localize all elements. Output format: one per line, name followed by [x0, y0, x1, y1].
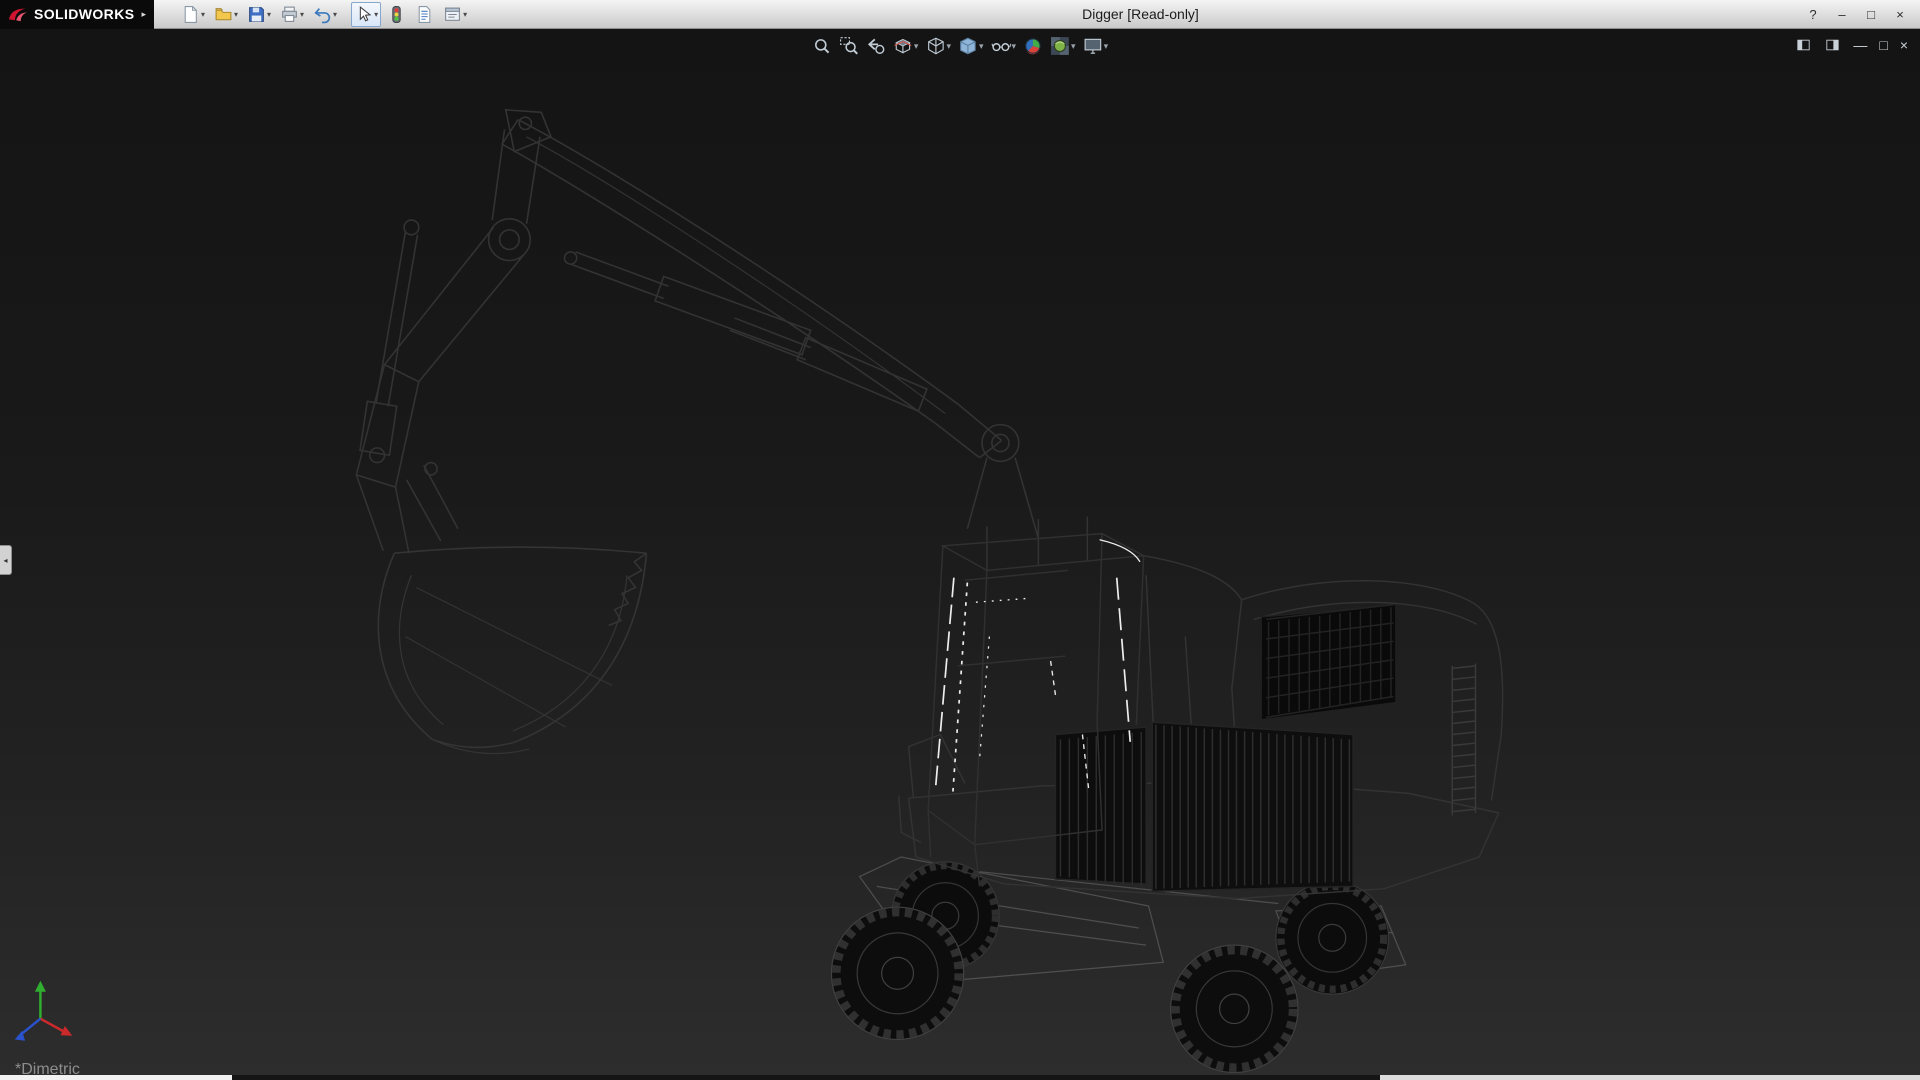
hide-show-items-button[interactable]: ▾ [989, 35, 1019, 57]
options-button[interactable]: ▾ [440, 2, 470, 27]
excavator-body [899, 516, 1503, 898]
pane-right-icon [1824, 38, 1841, 52]
apply-scene-button[interactable]: ▾ [1048, 35, 1078, 57]
help-button[interactable]: ? [1805, 0, 1821, 29]
pane-right-button[interactable] [1824, 38, 1841, 52]
view-orientation-icon [925, 36, 945, 56]
graphics-viewport[interactable]: ▾ ▾ ▾ ▾ [0, 29, 1920, 1075]
edit-appearance-button[interactable] [1021, 35, 1045, 57]
feature-manager-collapsed-tab[interactable]: ◂ [0, 545, 12, 575]
rebuild-traffic-light-icon [387, 5, 406, 24]
bucket [378, 547, 646, 753]
options-icon [443, 5, 462, 24]
view-settings-button[interactable]: ▾ [1081, 35, 1111, 57]
digger-wireframe-model[interactable] [0, 29, 1920, 1075]
display-style-button[interactable]: ▾ [956, 35, 986, 57]
save-icon [247, 5, 266, 24]
new-document-icon [181, 5, 200, 24]
select-dropdown-icon[interactable]: ▾ [374, 10, 378, 19]
open-icon [214, 5, 233, 24]
zoom-to-fit-button[interactable] [810, 35, 834, 57]
file-properties-icon [415, 5, 434, 24]
print-button[interactable]: ▾ [277, 2, 307, 27]
heads-up-view-toolbar: ▾ ▾ ▾ ▾ [810, 35, 1110, 57]
edit-appearance-icon [1023, 36, 1043, 56]
pane-left-button[interactable] [1795, 38, 1812, 52]
maximize-button[interactable]: □ [1863, 0, 1879, 29]
select-cursor-icon [354, 5, 373, 24]
save-dropdown-icon[interactable]: ▾ [267, 10, 271, 19]
titlebar: SOLIDWORKS ▸ ▾ ▾ ▾ [0, 0, 1920, 29]
document-minimize-button[interactable]: — [1853, 38, 1867, 52]
menu-expand-icon[interactable]: ▸ [141, 9, 146, 20]
zoom-to-area-icon [839, 36, 859, 56]
options-dropdown-icon[interactable]: ▾ [463, 10, 467, 19]
undo-dropdown-icon[interactable]: ▾ [333, 10, 337, 19]
file-properties-button[interactable] [412, 2, 437, 27]
window-controls: ? – □ × [1805, 0, 1920, 29]
solidworks-menu-button[interactable]: SOLIDWORKS ▸ [0, 0, 154, 29]
undo-icon [313, 5, 332, 24]
bottom-strip-middle [232, 1075, 1380, 1080]
triad-y-arrowhead [35, 981, 46, 992]
view-orientation-button[interactable]: ▾ [923, 35, 953, 57]
previous-view-button[interactable] [864, 35, 888, 57]
quick-access-toolbar: ▾ ▾ ▾ ▾ [178, 2, 473, 27]
document-restore-button[interactable]: □ [1879, 38, 1887, 52]
view-settings-dropdown-icon[interactable]: ▾ [1104, 41, 1109, 52]
new-document-dropdown-icon[interactable]: ▾ [201, 10, 205, 19]
triad-x-axis [40, 1019, 64, 1032]
bottom-strip-left [0, 1075, 232, 1080]
3ds-logo-icon [6, 5, 30, 23]
brand-name: SOLIDWORKS [34, 6, 134, 22]
rebuild-button[interactable] [384, 2, 409, 27]
boom-arm [356, 110, 1038, 553]
hide-show-items-icon [991, 36, 1011, 56]
minimize-button[interactable]: – [1834, 0, 1850, 29]
zoom-to-fit-icon [812, 36, 832, 56]
view-settings-icon [1083, 36, 1103, 56]
view-orientation-dropdown-icon[interactable]: ▾ [946, 41, 951, 52]
hide-show-items-dropdown-icon[interactable]: ▾ [1012, 41, 1017, 52]
print-dropdown-icon[interactable]: ▾ [300, 10, 304, 19]
section-view-dropdown-icon[interactable]: ▾ [914, 41, 919, 52]
panel-collapse-icon: ◂ [3, 556, 7, 565]
open-button[interactable]: ▾ [211, 2, 241, 27]
select-button[interactable]: ▾ [351, 2, 381, 27]
close-button[interactable]: × [1892, 0, 1908, 29]
print-icon [280, 5, 299, 24]
triad-z-axis [21, 1019, 41, 1035]
view-orientation-label: *Dimetric [15, 1061, 80, 1075]
orientation-triad [15, 981, 73, 1041]
pane-left-icon [1795, 38, 1812, 52]
undo-button[interactable]: ▾ [310, 2, 340, 27]
display-style-icon [958, 36, 978, 56]
section-view-icon [893, 36, 913, 56]
save-button[interactable]: ▾ [244, 2, 274, 27]
document-close-button[interactable]: × [1900, 38, 1908, 52]
document-window-controls: — □ × [1795, 38, 1908, 52]
bottom-strip-right [1380, 1075, 1920, 1080]
section-view-button[interactable]: ▾ [891, 35, 921, 57]
apply-scene-dropdown-icon[interactable]: ▾ [1071, 41, 1076, 52]
window-title: Digger [Read-only] [1082, 6, 1199, 22]
previous-view-icon [866, 36, 886, 56]
display-style-dropdown-icon[interactable]: ▾ [979, 41, 984, 52]
open-dropdown-icon[interactable]: ▾ [234, 10, 238, 19]
new-document-button[interactable]: ▾ [178, 2, 208, 27]
zoom-to-area-button[interactable] [837, 35, 861, 57]
bottom-edge-strip [0, 1075, 1920, 1080]
apply-scene-icon [1050, 36, 1070, 56]
